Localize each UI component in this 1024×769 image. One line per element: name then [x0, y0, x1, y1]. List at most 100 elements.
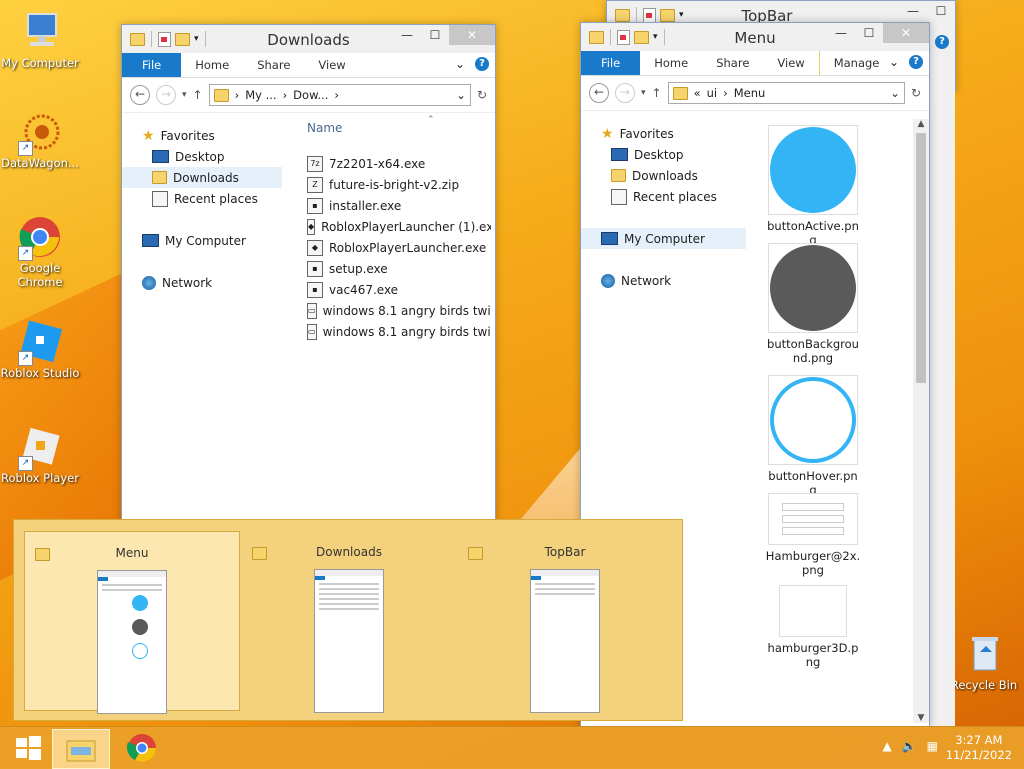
nav-favorites[interactable]: ★ Favorites	[122, 125, 282, 146]
file-name: 7z2201-x64.exe	[329, 156, 426, 171]
breadcrumb-segment[interactable]: ui	[707, 86, 717, 100]
file-name: buttonBackground.png	[767, 337, 859, 365]
file-row[interactable]: ▪ installer.exe	[307, 195, 491, 216]
nav-downloads[interactable]: Downloads	[122, 167, 282, 188]
tab-share[interactable]: Share	[243, 53, 304, 77]
breadcrumb-segment[interactable]: Dow...	[293, 88, 328, 102]
tab-share[interactable]: Share	[702, 51, 763, 75]
maximize-button[interactable]: ☐	[855, 23, 883, 43]
chevron-down-icon[interactable]: ⌄	[889, 55, 899, 69]
minimize-button[interactable]: —	[899, 1, 927, 21]
tab-view[interactable]: View	[304, 53, 359, 77]
system-clock[interactable]: 3:27 AM 11/21/2022	[946, 733, 1012, 763]
maximize-button[interactable]: ☐	[927, 1, 955, 21]
nav-my-computer[interactable]: My Computer	[581, 228, 746, 249]
nav-recent-places[interactable]: Recent places	[581, 186, 746, 207]
nav-network[interactable]: Network	[122, 272, 282, 293]
scrollbar-thumb[interactable]	[916, 133, 926, 383]
help-icon[interactable]: ?	[909, 55, 923, 69]
desktop-icon-roblox-studio[interactable]: ↗ Roblox Studio	[0, 320, 80, 380]
file-thumbnail-item[interactable]: Hamburger@2x.png	[758, 493, 868, 577]
tab-file[interactable]: File	[122, 53, 182, 77]
chevron-down-icon[interactable]: ⌄	[890, 86, 900, 100]
close-button[interactable]: ✕	[883, 23, 929, 43]
nav-recent-places[interactable]: Recent places	[122, 188, 282, 209]
chevron-down-icon[interactable]: ⌄	[456, 88, 466, 102]
scroll-down-arrow-icon[interactable]: ▼	[913, 713, 929, 723]
folder-icon	[672, 86, 688, 100]
network-status-icon[interactable]: ▦	[927, 739, 938, 753]
refresh-icon[interactable]: ↻	[477, 88, 487, 102]
address-bar[interactable]: « ui › Menu ⌄	[667, 82, 905, 104]
shortcut-arrow-icon: ↗	[18, 246, 33, 261]
desktop-icon-recycle-bin[interactable]: Recycle Bin	[944, 632, 1024, 692]
file-name: vac467.exe	[329, 282, 399, 297]
switcher-item-topbar[interactable]: TopBar	[458, 531, 672, 713]
forward-button[interactable]: →	[615, 83, 635, 103]
file-thumbnail-item[interactable]: buttonHover.png	[758, 375, 868, 497]
help-icon[interactable]: ?	[475, 57, 489, 71]
file-row[interactable]: ◆ RobloxPlayerLauncher (1).exe	[307, 216, 491, 237]
refresh-icon[interactable]: ↻	[911, 86, 921, 100]
file-row[interactable]: ▪ vac467.exe	[307, 279, 491, 300]
file-name: setup.exe	[329, 261, 388, 276]
file-row[interactable]: 7z 7z2201-x64.exe	[307, 153, 491, 174]
downloads-window[interactable]: ▾ Downloads — ☐ ✕ File Home Share View ⌄…	[121, 24, 496, 526]
desktop-icon-roblox-player[interactable]: ↗ Roblox Player	[0, 425, 80, 485]
file-row[interactable]: ◆ RobloxPlayerLauncher.exe	[307, 237, 491, 258]
tab-manage[interactable]: Manage	[818, 51, 894, 75]
nav-my-computer[interactable]: My Computer	[122, 230, 282, 251]
properties-icon[interactable]	[643, 7, 656, 23]
tab-home[interactable]: Home	[640, 51, 702, 75]
chevron-down-icon[interactable]: ⌄	[455, 57, 465, 71]
file-row[interactable]: ▭ windows 8.1 angry birds twiitte	[307, 300, 491, 321]
taskbar-file-explorer[interactable]	[52, 729, 110, 769]
file-thumbnail-item[interactable]: hamburger3D.png	[758, 585, 868, 669]
taskbar-chrome[interactable]	[114, 729, 170, 767]
maximize-button[interactable]: ☐	[421, 25, 449, 45]
shortcut-arrow-icon: ↗	[18, 351, 33, 366]
desktop-icon-my-computer[interactable]: My Computer	[0, 10, 80, 70]
breadcrumb-segment[interactable]: My ...	[245, 88, 276, 102]
nav-desktop[interactable]: Desktop	[122, 146, 282, 167]
vertical-scrollbar[interactable]: ▲ ▼	[913, 119, 929, 723]
file-thumbnail-item[interactable]: buttonBackground.png	[758, 243, 868, 365]
minimize-button[interactable]: —	[393, 25, 421, 45]
breadcrumb-overflow[interactable]: «	[694, 86, 701, 100]
address-bar[interactable]: › My ... › Dow... › ⌄	[208, 84, 471, 106]
up-arrow-icon[interactable]: ↑	[652, 86, 662, 100]
back-button[interactable]: ←	[589, 83, 609, 103]
show-hidden-icons-icon[interactable]: ▲	[882, 739, 891, 753]
recent-locations-icon[interactable]: ▾	[182, 90, 187, 100]
nav-network[interactable]: Network	[581, 270, 746, 291]
file-icon: ▪	[307, 260, 323, 277]
help-icon[interactable]: ?	[935, 35, 949, 49]
tab-view[interactable]: View	[763, 51, 818, 75]
switcher-item-downloads[interactable]: Downloads	[242, 531, 456, 713]
nav-downloads[interactable]: Downloads	[581, 165, 746, 186]
minimize-button[interactable]: —	[827, 23, 855, 43]
back-button[interactable]: ←	[130, 85, 150, 105]
desktop-icon-chrome[interactable]: ↗ Google Chrome	[0, 215, 80, 289]
up-arrow-icon[interactable]: ↑	[193, 88, 203, 102]
recent-places-icon	[611, 188, 627, 205]
nav-desktop[interactable]: Desktop	[581, 144, 746, 165]
tab-home[interactable]: Home	[181, 53, 243, 77]
file-row[interactable]: Zfuture-is-bright-v2.zip	[307, 174, 491, 195]
nav-favorites[interactable]: ★ Favorites	[581, 123, 746, 144]
breadcrumb-segment[interactable]: Menu	[734, 86, 766, 100]
forward-button[interactable]: →	[156, 85, 176, 105]
scroll-up-arrow-icon[interactable]: ▲	[913, 119, 929, 129]
file-thumbnail-item[interactable]: buttonActive.png	[758, 125, 868, 247]
tab-file[interactable]: File	[581, 51, 641, 75]
file-row[interactable]: ▪ setup.exe	[307, 258, 491, 279]
file-name: Hamburger@2x.png	[765, 549, 861, 577]
recent-locations-icon[interactable]: ▾	[641, 88, 646, 98]
volume-icon[interactable]: 🔈	[902, 739, 917, 753]
column-header-name[interactable]: Name ⌃	[307, 115, 491, 141]
switcher-item-menu[interactable]: Menu	[24, 531, 240, 714]
desktop-icon-datawagon[interactable]: ↗ DataWagon...	[0, 110, 80, 170]
start-button[interactable]	[0, 729, 56, 767]
close-button[interactable]: ✕	[449, 25, 495, 45]
file-row[interactable]: ▭ windows 8.1 angry birds twiitte	[307, 321, 491, 342]
